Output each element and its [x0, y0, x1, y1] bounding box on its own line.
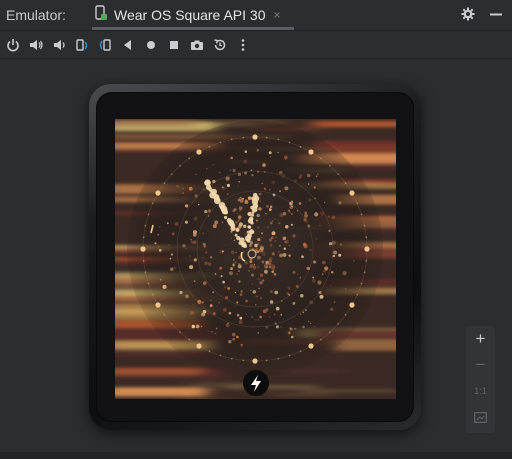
actual-size-label: 1:1 — [474, 386, 487, 396]
zoom-out-button[interactable]: − — [466, 352, 495, 378]
bottom-edge — [0, 452, 512, 459]
watch-face — [115, 119, 396, 399]
home-icon[interactable] — [142, 36, 159, 54]
zoom-in-button[interactable]: + — [466, 326, 495, 352]
tab-close-icon[interactable]: × — [274, 8, 281, 22]
device-icon — [94, 4, 108, 26]
fit-screen-icon[interactable] — [466, 404, 495, 430]
emulator-toolbar — [0, 31, 512, 59]
more-options-icon[interactable] — [234, 36, 251, 54]
settings-gear-icon[interactable] — [460, 6, 476, 22]
snapshot-icon[interactable] — [211, 36, 228, 54]
actual-size-button[interactable]: 1:1 — [466, 378, 495, 404]
screenshot-camera-icon[interactable] — [188, 36, 205, 54]
emulator-header: Emulator: Wear OS Square API 30 × — [0, 0, 512, 31]
zoom-controls: + − 1:1 — [466, 326, 495, 433]
minimize-icon[interactable] — [488, 6, 504, 22]
back-icon[interactable] — [119, 36, 136, 54]
tab-wear-os-square[interactable]: Wear OS Square API 30 × — [92, 0, 294, 30]
rotate-left-icon[interactable] — [73, 36, 90, 54]
rotate-right-icon[interactable] — [96, 36, 113, 54]
power-icon[interactable] — [4, 36, 21, 54]
overview-icon[interactable] — [165, 36, 182, 54]
volume-up-icon[interactable] — [27, 36, 44, 54]
complication-button[interactable] — [243, 370, 269, 396]
watch-screen[interactable] — [115, 119, 396, 399]
panel-title: Emulator: — [6, 7, 66, 23]
volume-down-icon[interactable] — [50, 36, 67, 54]
tab-label: Wear OS Square API 30 — [114, 7, 266, 23]
